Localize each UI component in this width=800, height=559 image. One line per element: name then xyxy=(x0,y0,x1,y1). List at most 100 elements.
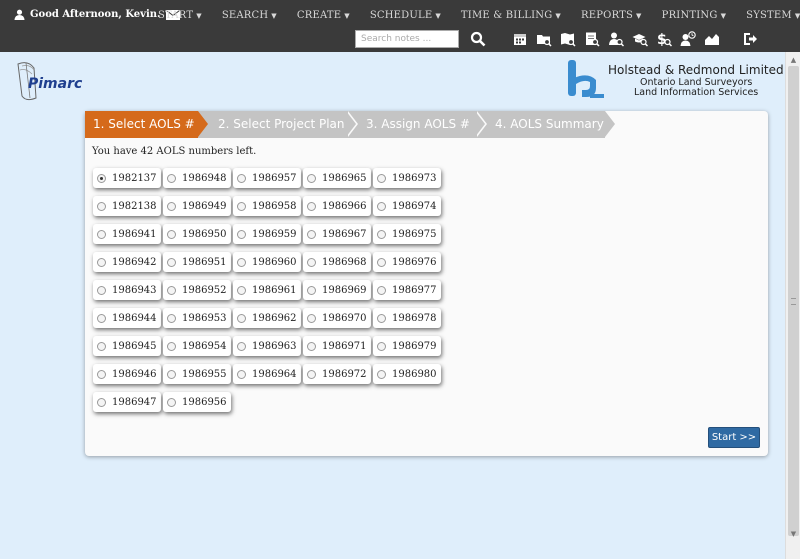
menu-search[interactable]: SEARCH ▼ xyxy=(222,10,277,21)
graduation-search-icon[interactable] xyxy=(628,30,652,48)
aols-option[interactable]: 1986964 xyxy=(233,364,301,384)
vertical-scrollbar[interactable]: ▲ ▼ xyxy=(785,52,800,559)
aols-radio[interactable] xyxy=(237,201,246,211)
aols-option[interactable]: 1986961 xyxy=(233,280,301,300)
aols-option[interactable]: 1986972 xyxy=(303,364,371,384)
aols-option[interactable]: 1986978 xyxy=(373,308,441,328)
aols-radio[interactable] xyxy=(167,285,176,295)
menu-time-billing[interactable]: TIME & BILLING ▼ xyxy=(461,10,561,21)
dollar-search-icon[interactable]: $ xyxy=(652,30,676,48)
aols-radio[interactable] xyxy=(167,173,176,183)
aols-option[interactable]: 1986969 xyxy=(303,280,371,300)
start-button[interactable]: Start >> xyxy=(708,427,760,448)
aols-radio[interactable] xyxy=(237,285,246,295)
aols-option[interactable]: 1986979 xyxy=(373,336,441,356)
step-aols-summary[interactable]: 4. AOLS Summary xyxy=(475,111,617,138)
step-select-aols[interactable]: 1. Select AOLS # xyxy=(85,111,208,138)
aols-radio[interactable] xyxy=(97,229,106,239)
aols-option[interactable]: 1986977 xyxy=(373,280,441,300)
aols-option[interactable]: 1986973 xyxy=(373,168,441,188)
aols-radio[interactable] xyxy=(307,369,316,379)
aols-option[interactable]: 1986948 xyxy=(163,168,231,188)
aols-radio[interactable] xyxy=(97,397,106,407)
aols-option[interactable]: 1986943 xyxy=(93,280,161,300)
aols-option[interactable]: 1986944 xyxy=(93,308,161,328)
menu-schedule[interactable]: SCHEDULE ▼ xyxy=(370,10,441,21)
aols-radio[interactable] xyxy=(307,173,316,183)
aols-option[interactable]: 1982138 xyxy=(93,196,161,216)
aols-option[interactable]: 1986966 xyxy=(303,196,371,216)
aols-radio[interactable] xyxy=(97,285,106,295)
aols-radio[interactable] xyxy=(167,313,176,323)
aols-option[interactable]: 1986975 xyxy=(373,224,441,244)
scroll-down-arrow-icon[interactable]: ▼ xyxy=(789,530,798,539)
aols-radio[interactable] xyxy=(377,201,386,211)
menu-system[interactable]: SYSTEM ▼ xyxy=(746,10,800,21)
user-search-icon[interactable] xyxy=(604,30,628,48)
aols-radio[interactable] xyxy=(167,369,176,379)
aols-radio[interactable] xyxy=(97,173,106,183)
aols-radio[interactable] xyxy=(97,313,106,323)
aols-radio[interactable] xyxy=(97,257,106,267)
folder-search-icon[interactable] xyxy=(532,30,556,48)
aols-radio[interactable] xyxy=(377,285,386,295)
aols-radio[interactable] xyxy=(167,257,176,267)
aols-option[interactable]: 1986955 xyxy=(163,364,231,384)
aols-option[interactable]: 1986958 xyxy=(233,196,301,216)
aols-radio[interactable] xyxy=(167,201,176,211)
aols-option[interactable]: 1986957 xyxy=(233,168,301,188)
user-clock-icon[interactable] xyxy=(676,30,700,48)
aols-option[interactable]: 1986945 xyxy=(93,336,161,356)
step-select-project-plan[interactable]: 2. Select Project Plan xyxy=(198,111,358,138)
aols-option[interactable]: 1986960 xyxy=(233,252,301,272)
aols-option[interactable]: 1986968 xyxy=(303,252,371,272)
logout-icon[interactable] xyxy=(738,30,762,48)
menu-reports[interactable]: REPORTS ▼ xyxy=(581,10,642,21)
aols-option[interactable]: 1986980 xyxy=(373,364,441,384)
aols-option[interactable]: 1982137 xyxy=(93,168,161,188)
aols-radio[interactable] xyxy=(167,341,176,351)
aols-option[interactable]: 1986974 xyxy=(373,196,441,216)
aols-radio[interactable] xyxy=(237,257,246,267)
scrollbar-thumb[interactable] xyxy=(788,66,799,536)
aols-radio[interactable] xyxy=(377,229,386,239)
aols-radio[interactable] xyxy=(307,201,316,211)
aols-radio[interactable] xyxy=(167,397,176,407)
aols-radio[interactable] xyxy=(237,369,246,379)
aols-radio[interactable] xyxy=(167,229,176,239)
aols-radio[interactable] xyxy=(237,341,246,351)
aols-option[interactable]: 1986965 xyxy=(303,168,371,188)
aols-option[interactable]: 1986956 xyxy=(163,392,231,412)
aols-radio[interactable] xyxy=(237,229,246,239)
aols-option[interactable]: 1986963 xyxy=(233,336,301,356)
aols-radio[interactable] xyxy=(97,369,106,379)
chart-icon[interactable] xyxy=(700,30,724,48)
aols-option[interactable]: 1986950 xyxy=(163,224,231,244)
menu-printing[interactable]: PRINTING ▼ xyxy=(662,10,727,21)
aols-option[interactable]: 1986951 xyxy=(163,252,231,272)
search-notes-input[interactable] xyxy=(355,30,459,48)
aols-radio[interactable] xyxy=(307,257,316,267)
aols-radio[interactable] xyxy=(377,173,386,183)
aols-option[interactable]: 1986954 xyxy=(163,336,231,356)
aols-radio[interactable] xyxy=(307,285,316,295)
aols-radio[interactable] xyxy=(97,201,106,211)
aols-option[interactable]: 1986971 xyxy=(303,336,371,356)
user-greeting[interactable]: Good Afternoon, Kevin. xyxy=(14,9,180,20)
scroll-up-arrow-icon[interactable]: ▲ xyxy=(789,56,798,65)
aols-radio[interactable] xyxy=(237,313,246,323)
aols-radio[interactable] xyxy=(307,341,316,351)
aols-radio[interactable] xyxy=(377,369,386,379)
aols-radio[interactable] xyxy=(97,341,106,351)
aols-radio[interactable] xyxy=(377,313,386,323)
aols-option[interactable]: 1986967 xyxy=(303,224,371,244)
aols-option[interactable]: 1986953 xyxy=(163,308,231,328)
menu-start[interactable]: START ▼ xyxy=(158,10,202,21)
aols-radio[interactable] xyxy=(307,229,316,239)
pimarc-logo[interactable]: Pimarc xyxy=(14,58,90,106)
aols-radio[interactable] xyxy=(377,257,386,267)
aols-option[interactable]: 1986970 xyxy=(303,308,371,328)
search-icon[interactable] xyxy=(466,30,490,48)
step-assign-aols[interactable]: 3. Assign AOLS # xyxy=(346,111,487,138)
aols-option[interactable]: 1986946 xyxy=(93,364,161,384)
